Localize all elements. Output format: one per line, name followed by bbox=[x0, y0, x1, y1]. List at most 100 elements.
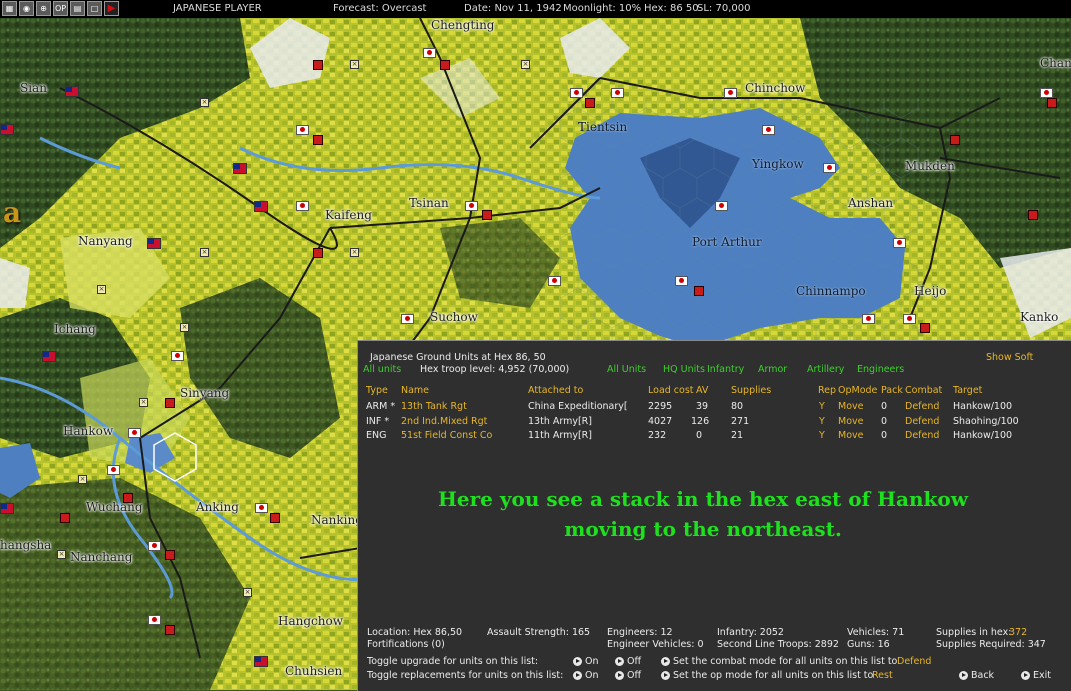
replace-on-button[interactable]: On bbox=[573, 670, 599, 681]
china-flag-icon[interactable] bbox=[0, 124, 14, 135]
unit-marker-icon[interactable] bbox=[440, 60, 450, 70]
unit-marker-icon[interactable] bbox=[1047, 98, 1057, 108]
japan-flag-icon[interactable] bbox=[570, 88, 583, 98]
unit-rep-toggle[interactable]: Y bbox=[819, 401, 825, 412]
exit-button[interactable]: Exit bbox=[1021, 670, 1051, 681]
filter-armor[interactable]: Armor bbox=[758, 364, 787, 375]
japan-flag-icon[interactable] bbox=[171, 351, 184, 361]
city-chuhsien[interactable]: Chuhsien bbox=[285, 664, 342, 678]
unit-combat[interactable]: Defend bbox=[905, 416, 939, 427]
japan-flag-icon[interactable] bbox=[296, 125, 309, 135]
japan-flag-icon[interactable] bbox=[715, 201, 728, 211]
filter-infantry[interactable]: Infantry bbox=[707, 364, 744, 375]
unit-marker-icon[interactable] bbox=[694, 286, 704, 296]
unit-marker-icon[interactable] bbox=[950, 135, 960, 145]
city-wuchang[interactable]: Wuchang bbox=[86, 500, 143, 514]
japan-flag-icon[interactable] bbox=[762, 125, 775, 135]
map-icon[interactable]: ▦ bbox=[2, 1, 17, 16]
globe-icon[interactable]: ◉ bbox=[19, 1, 34, 16]
filter-engineers[interactable]: Engineers bbox=[857, 364, 904, 375]
op-mode-value[interactable]: Rest bbox=[872, 670, 893, 681]
unit-rep-toggle[interactable]: Y bbox=[819, 430, 825, 441]
play-icon[interactable]: ▶ bbox=[104, 1, 119, 16]
unit-marker-icon[interactable] bbox=[313, 248, 323, 258]
unit-name[interactable]: 51st Field Const Co bbox=[401, 430, 492, 441]
japan-flag-icon[interactable] bbox=[255, 503, 268, 513]
japan-flag-icon[interactable] bbox=[724, 88, 737, 98]
china-flag-icon[interactable] bbox=[147, 238, 161, 249]
japan-flag-icon[interactable] bbox=[148, 615, 161, 625]
city-kanko[interactable]: Kanko bbox=[1020, 310, 1058, 324]
unit-rep-toggle[interactable]: Y bbox=[819, 416, 825, 427]
city-hangchow[interactable]: Hangchow bbox=[278, 614, 343, 628]
unit-marker-icon[interactable] bbox=[60, 513, 70, 523]
city-hankow[interactable]: Hankow bbox=[63, 424, 113, 438]
unit-opmode[interactable]: Move bbox=[838, 416, 863, 427]
unit-name[interactable]: 2nd Ind.Mixed Rgt bbox=[401, 416, 487, 427]
city-kaifeng[interactable]: Kaifeng bbox=[325, 208, 372, 222]
unit-target[interactable]: Shaohing/100 bbox=[953, 416, 1019, 427]
replace-off-button[interactable]: Off bbox=[615, 670, 641, 681]
japan-flag-icon[interactable] bbox=[107, 465, 120, 475]
upgrade-on-button[interactable]: On bbox=[573, 656, 599, 667]
combat-mode-value[interactable]: Defend bbox=[897, 656, 931, 667]
japan-flag-icon[interactable] bbox=[675, 276, 688, 286]
unit-marker-icon[interactable] bbox=[920, 323, 930, 333]
city-nanchang[interactable]: Nanchang bbox=[70, 550, 132, 564]
city-sian[interactable]: Sian bbox=[20, 81, 47, 95]
unit-combat[interactable]: Defend bbox=[905, 401, 939, 412]
japan-flag-icon[interactable] bbox=[548, 276, 561, 286]
japan-flag-icon[interactable] bbox=[423, 48, 436, 58]
japan-flag-icon[interactable] bbox=[823, 163, 836, 173]
unit-marker-icon[interactable] bbox=[482, 210, 492, 220]
city-chengting[interactable]: Chengting bbox=[431, 18, 495, 32]
japan-flag-icon[interactable] bbox=[465, 201, 478, 211]
china-flag-icon[interactable] bbox=[233, 163, 247, 174]
china-flag-icon[interactable] bbox=[254, 656, 268, 667]
target-icon[interactable]: ⊕ bbox=[36, 1, 51, 16]
unit-name[interactable]: 13th Tank Rgt bbox=[401, 401, 467, 412]
unit-marker-icon[interactable] bbox=[313, 60, 323, 70]
city-anshan[interactable]: Anshan bbox=[848, 196, 893, 210]
japan-flag-icon[interactable] bbox=[893, 238, 906, 248]
city-chinchow[interactable]: Chinchow bbox=[745, 81, 805, 95]
unit-opmode[interactable]: Move bbox=[838, 430, 863, 441]
city-yingkow[interactable]: Yingkow bbox=[752, 157, 804, 171]
japan-flag-icon[interactable] bbox=[148, 541, 161, 551]
all-units-button[interactable]: All units bbox=[363, 364, 401, 375]
report-icon[interactable]: ▤ bbox=[70, 1, 85, 16]
city-nanking[interactable]: Nanking bbox=[311, 513, 363, 527]
city-tientsin[interactable]: Tientsin bbox=[578, 120, 627, 134]
japan-flag-icon[interactable] bbox=[862, 314, 875, 324]
unit-marker-icon[interactable] bbox=[165, 398, 175, 408]
japan-flag-icon[interactable] bbox=[401, 314, 414, 324]
filter-all-units[interactable]: All Units bbox=[607, 364, 646, 375]
unit-marker-icon[interactable] bbox=[585, 98, 595, 108]
op-icon[interactable]: OP bbox=[53, 1, 68, 16]
japan-flag-icon[interactable] bbox=[128, 428, 141, 438]
back-button[interactable]: Back bbox=[959, 670, 994, 681]
china-flag-icon[interactable] bbox=[42, 351, 56, 362]
city-mukden[interactable]: Mukden bbox=[905, 159, 955, 173]
unit-marker-icon[interactable] bbox=[165, 625, 175, 635]
unit-marker-icon[interactable] bbox=[165, 550, 175, 560]
japan-flag-icon[interactable] bbox=[1040, 88, 1053, 98]
city-nanyang[interactable]: Nanyang bbox=[78, 234, 133, 248]
combat-mode-button[interactable]: Set the combat mode for all units on thi… bbox=[661, 656, 897, 667]
city-suchow[interactable]: Suchow bbox=[430, 310, 478, 324]
japan-flag-icon[interactable] bbox=[611, 88, 624, 98]
japan-flag-icon[interactable] bbox=[903, 314, 916, 324]
city-anking[interactable]: Anking bbox=[196, 500, 239, 514]
china-flag-icon[interactable] bbox=[0, 503, 14, 514]
china-flag-icon[interactable] bbox=[65, 86, 79, 97]
city-port-arthur[interactable]: Port Arthur bbox=[692, 235, 762, 249]
op-mode-button[interactable]: Set the op mode for all units on this li… bbox=[661, 670, 873, 681]
unit-marker-icon[interactable] bbox=[1028, 210, 1038, 220]
unit-marker-icon[interactable] bbox=[313, 135, 323, 145]
city-sinyang[interactable]: Sinyang bbox=[180, 386, 229, 400]
filter-artillery[interactable]: Artillery bbox=[807, 364, 844, 375]
unit-opmode[interactable]: Move bbox=[838, 401, 863, 412]
show-soft-button[interactable]: Show Soft bbox=[986, 352, 1033, 363]
japan-flag-icon[interactable] bbox=[296, 201, 309, 211]
upgrade-off-button[interactable]: Off bbox=[615, 656, 641, 667]
